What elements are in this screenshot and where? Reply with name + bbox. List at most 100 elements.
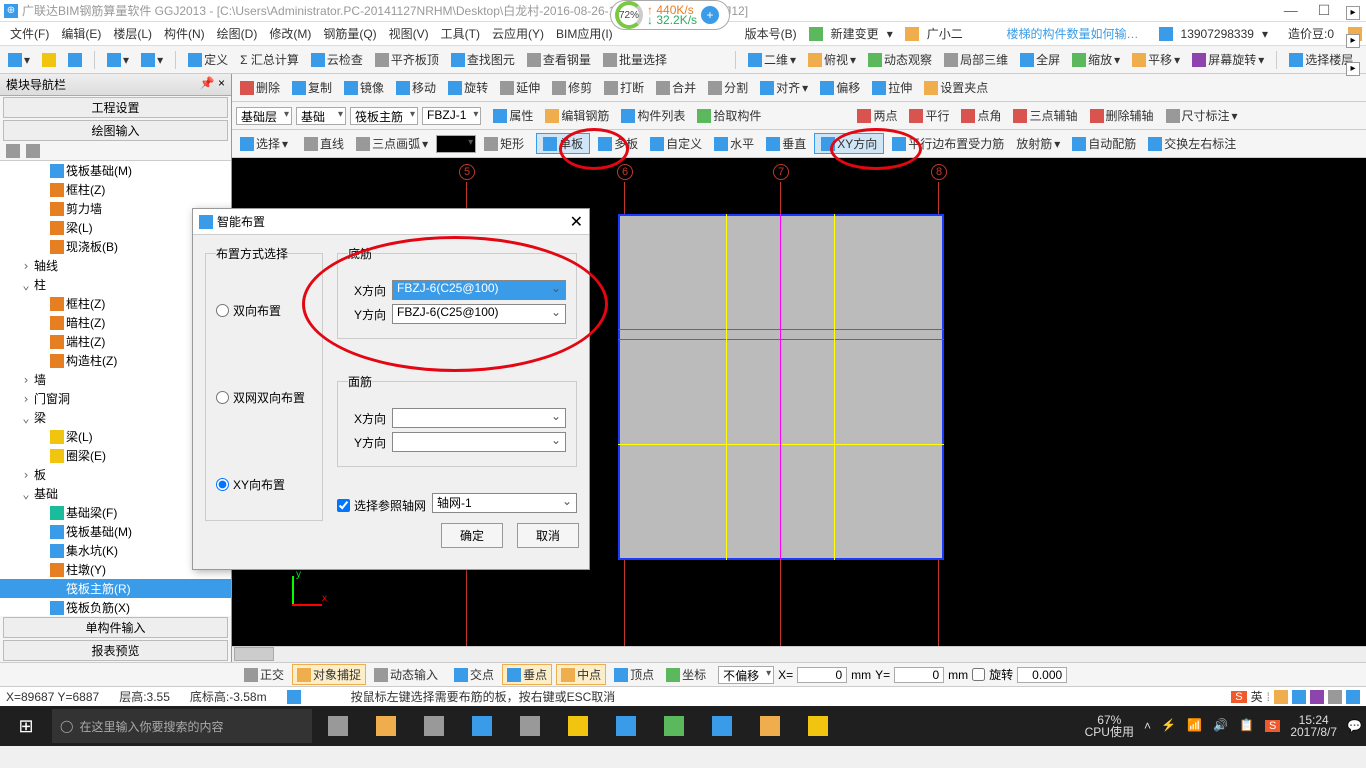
bird-button[interactable]: 俯视 ▾ xyxy=(804,49,860,70)
arc3-button[interactable]: 三点画弧 ▾ xyxy=(352,133,432,154)
phone-button[interactable]: 13907298339 ▾ xyxy=(1153,27,1274,41)
input-y[interactable]: 0 xyxy=(894,667,944,683)
twopt-button[interactable]: 两点 xyxy=(853,105,901,126)
combo-refgrid[interactable]: 轴网-1 xyxy=(432,493,577,513)
rect-button[interactable]: 矩形 xyxy=(480,133,528,154)
sidebar-pin-icon[interactable]: 📌 × xyxy=(200,76,225,93)
delaux-button[interactable]: 删除辅轴 xyxy=(1086,105,1158,126)
snap-coord[interactable]: 坐标 xyxy=(662,664,710,685)
ok-button[interactable]: 确定 xyxy=(441,523,503,548)
define-button[interactable]: 定义 xyxy=(184,49,232,70)
app-browser[interactable] xyxy=(412,708,456,744)
combo-top-x[interactable] xyxy=(392,408,566,428)
combo-color[interactable] xyxy=(436,135,476,153)
cancel-button[interactable]: 取消 xyxy=(517,523,579,548)
setclip-button[interactable]: 设置夹点 xyxy=(920,77,992,98)
swaplabel-button[interactable]: 交换左右标注 xyxy=(1144,133,1240,154)
dyninput-toggle[interactable]: 动态输入 xyxy=(370,664,442,685)
stretch-button[interactable]: 拉伸 xyxy=(868,77,916,98)
trim-button[interactable]: 修剪 xyxy=(548,77,596,98)
parallel-button[interactable]: 平行 xyxy=(905,105,953,126)
merge-button[interactable]: 合并 xyxy=(652,77,700,98)
pan-button[interactable]: 平移 ▾ xyxy=(1128,49,1184,70)
app-edge[interactable] xyxy=(460,708,504,744)
tree-node[interactable]: 筏板负筋(X) xyxy=(0,598,231,616)
select-button[interactable]: 选择 ▾ xyxy=(236,133,292,154)
dimlabel-button[interactable]: 尺寸标注 ▾ xyxy=(1162,105,1242,126)
dynview-button[interactable]: 动态观察 xyxy=(864,49,936,70)
combo-bot-x[interactable]: FBZJ-6(C25@100) xyxy=(392,280,566,300)
zoom-button[interactable]: 缩放 ▾ xyxy=(1068,49,1124,70)
tray-action-center-icon[interactable]: 💬 xyxy=(1347,719,1362,733)
menu-component[interactable]: 构件(N) xyxy=(158,25,211,42)
sidebar-btn-setting[interactable]: 工程设置 xyxy=(3,97,228,118)
ortho-toggle[interactable]: 正交 xyxy=(240,664,288,685)
pickcomp-button[interactable]: 拾取构件 xyxy=(693,105,765,126)
editsteel-button[interactable]: 编辑钢筋 xyxy=(541,105,613,126)
help-link[interactable]: 楼梯的构件数量如何输… xyxy=(1001,25,1145,42)
snap-apex[interactable]: 顶点 xyxy=(610,664,658,685)
start-button[interactable]: ⊞ xyxy=(4,708,48,744)
app-6[interactable] xyxy=(604,708,648,744)
snap-mid[interactable]: 中点 xyxy=(556,664,606,685)
open-button[interactable] xyxy=(38,51,60,69)
tray-app4-icon[interactable] xyxy=(1328,690,1342,704)
app-ggj[interactable] xyxy=(700,708,744,744)
tree-node[interactable]: 筏板主筋(R) xyxy=(0,579,231,598)
radio-xydir[interactable]: XY向布置 xyxy=(216,476,312,493)
maximize-button[interactable]: ☐ xyxy=(1318,2,1331,19)
break-button[interactable]: 打断 xyxy=(600,77,648,98)
dialog-titlebar[interactable]: 智能布置 ✕ xyxy=(193,209,589,235)
horiz-button[interactable]: 水平 xyxy=(710,133,758,154)
combo-type[interactable]: 筏板主筋 xyxy=(350,107,418,125)
local3d-button[interactable]: 局部三维 xyxy=(940,49,1012,70)
input-rotate[interactable]: 0.000 xyxy=(1017,667,1067,683)
viewsteel-button[interactable]: 查看钢量 xyxy=(523,49,595,70)
combo-category[interactable]: 基础 xyxy=(296,107,346,125)
menu-bim[interactable]: BIM应用(I) xyxy=(550,25,619,42)
tree-node[interactable]: 筏板基础(M) xyxy=(0,161,231,180)
tray-power-icon[interactable]: ⚡ xyxy=(1161,718,1177,734)
findimg-button[interactable]: 查找图元 xyxy=(447,49,519,70)
tree-expand-icon[interactable] xyxy=(6,144,20,158)
check-refgrid[interactable]: 选择参照轴网 xyxy=(337,497,426,514)
new-button[interactable]: ▾ xyxy=(4,51,34,69)
offset-button[interactable]: 偏移 xyxy=(816,77,864,98)
menu-version[interactable]: 版本号(B) xyxy=(739,25,803,42)
sumcalc-button[interactable]: Σ 汇总计算 xyxy=(236,49,303,70)
combo-floor[interactable]: 基础层 xyxy=(236,107,292,125)
sidebar-btn-singleinput[interactable]: 单构件输入 xyxy=(3,617,228,638)
net-add-icon[interactable]: + xyxy=(701,6,719,24)
tree-collapse-icon[interactable] xyxy=(26,144,40,158)
tray-app-icon[interactable] xyxy=(1274,690,1288,704)
input-x[interactable]: 0 xyxy=(797,667,847,683)
check-rotate[interactable] xyxy=(972,668,985,681)
move-button[interactable]: 移动 xyxy=(392,77,440,98)
tray-ime-icon[interactable]: S xyxy=(1265,720,1280,732)
tray-app5-icon[interactable] xyxy=(1346,690,1360,704)
save-button[interactable] xyxy=(64,51,86,69)
delete-button[interactable]: 删除 xyxy=(236,77,284,98)
batchsel-button[interactable]: 批量选择 xyxy=(599,49,671,70)
threeaux-button[interactable]: 三点辅轴 xyxy=(1009,105,1081,126)
complist-button[interactable]: 构件列表 xyxy=(617,105,689,126)
minimize-button[interactable]: — xyxy=(1284,2,1298,19)
radio-doublenet[interactable]: 双网双向布置 xyxy=(216,389,312,406)
tray-wifi-icon[interactable]: 📶 xyxy=(1187,718,1203,734)
tray-app3-icon[interactable] xyxy=(1310,690,1324,704)
taskbar-search[interactable]: ◯ 在这里输入你要搜索的内容 xyxy=(52,709,312,743)
undo-button[interactable]: ▾ xyxy=(103,51,133,69)
sidebar-btn-drawinput[interactable]: 绘图输入 xyxy=(3,120,228,141)
props-button[interactable]: 属性 xyxy=(489,105,537,126)
dialog-close-button[interactable]: ✕ xyxy=(570,212,583,232)
vert-button[interactable]: 垂直 xyxy=(762,133,810,154)
menu-modify[interactable]: 修改(M) xyxy=(263,25,317,42)
view2d-button[interactable]: 二维 ▾ xyxy=(744,49,800,70)
extend-button[interactable]: 延伸 xyxy=(496,77,544,98)
app-pptube[interactable] xyxy=(364,708,408,744)
radio-bidir[interactable]: 双向布置 xyxy=(216,302,312,319)
edgebar-button[interactable]: 平行边布置受力筋 xyxy=(888,133,1008,154)
app-explorer[interactable] xyxy=(556,708,600,744)
tray-notes-icon[interactable]: 📋 xyxy=(1239,718,1255,734)
network-widget[interactable]: 72% ↑ 440K/s ↓ 32.2K/s + xyxy=(610,0,730,30)
